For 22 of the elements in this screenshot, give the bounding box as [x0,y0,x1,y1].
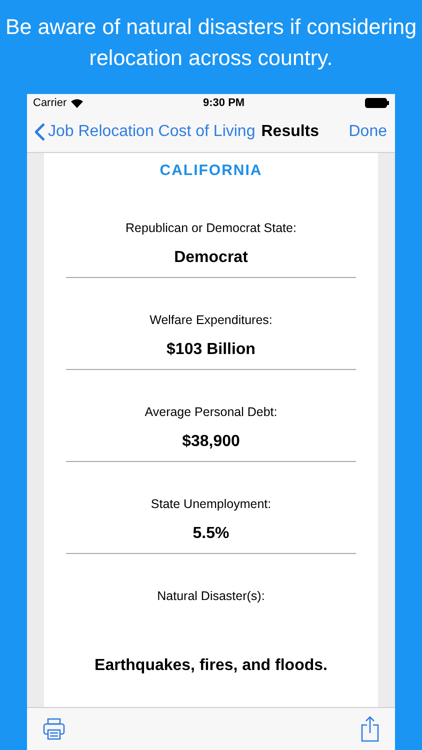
nav-title: Results [261,123,320,141]
fact-value: $103 Billion [166,341,256,359]
fact-label: State Unemployment: [150,497,272,511]
battery-icon [364,98,389,108]
fact-value: Earthquakes, fires, and floods. [94,657,328,675]
print-icon[interactable] [43,718,65,740]
headline: Be aware of natural disasters if considering relocation across country. [4,14,418,72]
share-icon[interactable] [361,716,379,742]
fact-label: Republican or Democrat State: [126,221,296,235]
back-button[interactable]: Job Relocation Cost of Living [35,123,256,141]
fact-value: Democrat [174,249,248,267]
done-button[interactable]: Done [348,123,387,141]
fact-label: Welfare Expenditures: [150,313,272,327]
wifi-icon [70,98,83,108]
state-name: CALIFORNIA [160,162,262,179]
fact-value: 5.5% [192,525,230,543]
fact-value: $38,900 [182,433,240,451]
fact-label: Natural Disaster(s): [157,589,265,603]
chevron-icon [35,123,45,141]
time-label: 9:30 PM [203,97,245,109]
fact-label: Average Personal Debt: [144,405,278,419]
carrier-label: Carrier [33,97,67,109]
